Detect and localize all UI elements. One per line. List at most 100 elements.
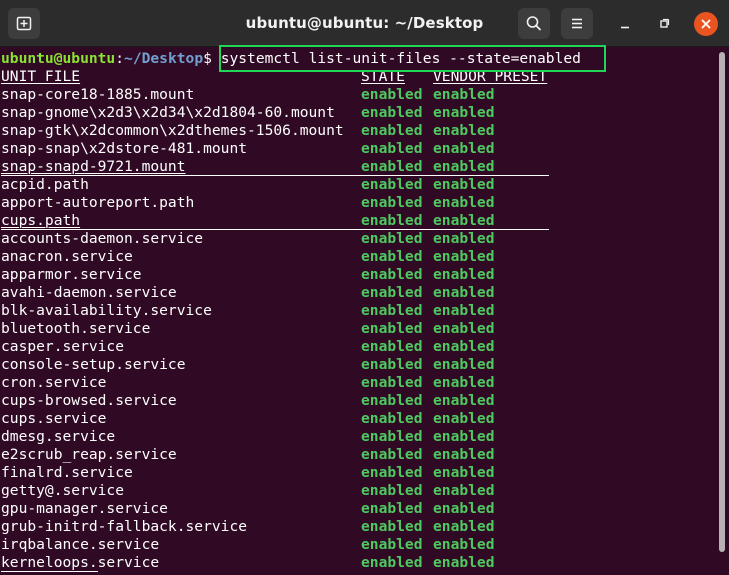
unit-vendor-preset: enabled (433, 446, 495, 463)
unit-file-name: snap-core18-1885.mount (1, 86, 195, 103)
unit-vendor-preset: enabled (433, 482, 495, 499)
unit-file-name: apparmor.service (1, 266, 142, 283)
unit-state: enabled (361, 230, 423, 247)
prompt-colon: : (115, 50, 125, 67)
search-button[interactable] (518, 8, 550, 39)
terminal-output[interactable]: ubuntu@ubuntu:~/Desktop$ systemctl list-… (0, 49, 716, 575)
unit-state: enabled (361, 518, 423, 535)
minimize-button[interactable] (613, 12, 637, 36)
unit-file-name: avahi-daemon.service (1, 284, 177, 301)
table-row: blk-availability.service enabled enabled (1, 302, 716, 320)
table-row: accounts-daemon.service enabled enabled (1, 230, 716, 248)
table-row: apparmor.service enabled enabled (1, 266, 716, 284)
unit-vendor-preset: enabled (433, 428, 495, 445)
unit-vendor-preset: enabled (433, 338, 495, 355)
unit-file-name: anacron.service (1, 248, 133, 265)
title-bar: ubuntu@ubuntu: ~/Desktop (0, 0, 729, 47)
unit-file-name: cups-browsed.service (1, 392, 177, 409)
unit-state: enabled (361, 248, 423, 265)
unit-vendor-preset: enabled (433, 464, 495, 481)
table-row: avahi-daemon.service enabled enabled (1, 284, 716, 302)
unit-file-name: snap-gnome\x2d3\x2d34\x2d1804-60.mount (1, 104, 335, 121)
table-row: e2scrub_reap.service enabled enabled (1, 446, 716, 464)
unit-file-name: kerneloops.service (1, 554, 160, 571)
unit-state: enabled (361, 392, 423, 409)
unit-vendor-preset: enabled (433, 266, 495, 283)
unit-file-name: e2scrub_reap.service (1, 446, 177, 463)
search-icon (526, 16, 541, 31)
unit-vendor-preset: enabled (433, 284, 495, 301)
unit-state: enabled (361, 176, 423, 193)
table-row: snap-gnome\x2d3\x2d34\x2d1804-60.mount en… (1, 104, 716, 122)
prompt-user: ubuntu@ubuntu (1, 50, 116, 67)
path-section-separator (1, 229, 549, 230)
hamburger-menu-icon (572, 18, 582, 29)
table-row: cups-browsed.service enabled enabled (1, 392, 716, 410)
text-underline (1, 571, 98, 572)
table-row: snap-gtk\x2dcommon\x2dthemes-1506.mount e… (1, 122, 716, 140)
unit-state: enabled (361, 374, 423, 391)
table-row: snap-snapd-9721.mount enabled enabled (1, 158, 716, 176)
unit-file-name: grub-initrd-fallback.service (1, 518, 248, 535)
unit-vendor-preset: enabled (433, 320, 495, 337)
minimize-icon (621, 26, 629, 29)
unit-file-name: accounts-daemon.service (1, 230, 204, 247)
table-row: snap-snap\x2dstore-481.mount enabled enabl… (1, 140, 716, 158)
maximize-button[interactable] (652, 12, 676, 36)
unit-state: enabled (361, 464, 423, 481)
unit-vendor-preset: enabled (433, 392, 495, 409)
table-row: acpid.path enabled enabled (1, 176, 716, 194)
unit-state: enabled (361, 212, 423, 229)
unit-vendor-preset: enabled (433, 194, 495, 211)
unit-vendor-preset: enabled (433, 554, 495, 571)
close-button[interactable] (694, 12, 718, 36)
close-icon (701, 19, 711, 29)
header-vendor-preset: VENDOR PRESET (433, 68, 548, 85)
unit-file-name: cups.service (1, 410, 107, 427)
table-row: irqbalance.service enabled enabled (1, 536, 716, 554)
table-row: casper.service enabled enabled (1, 338, 716, 356)
table-row: kerneloops.service enabled enabled (1, 554, 716, 572)
header-state: STATE (361, 68, 405, 85)
unit-state: enabled (361, 356, 423, 373)
header-unit-file: UNIT FILE (1, 68, 81, 85)
menu-button[interactable] (561, 8, 593, 39)
unit-file-name: console-setup.service (1, 356, 186, 373)
unit-file-name: finalrd.service (1, 464, 133, 481)
unit-file-name: getty@.service (1, 482, 125, 499)
unit-vendor-preset: enabled (433, 536, 495, 553)
table-row: cups.path enabled enabled (1, 212, 716, 230)
table-row: gpu-manager.service enabled enabled (1, 500, 716, 518)
unit-vendor-preset: enabled (433, 122, 495, 139)
table-row: finalrd.service enabled enabled (1, 464, 716, 482)
unit-vendor-preset: enabled (433, 410, 495, 427)
unit-state: enabled (361, 410, 423, 427)
table-row: dmesg.service enabled enabled (1, 428, 716, 446)
unit-vendor-preset: enabled (433, 86, 495, 103)
unit-file-name: gpu-manager.service (1, 500, 168, 517)
unit-file-name: cups.path (1, 212, 81, 229)
mount-section-separator (1, 175, 549, 176)
unit-vendor-preset: enabled (433, 500, 495, 517)
unit-vendor-preset: enabled (433, 230, 495, 247)
unit-state: enabled (361, 536, 423, 553)
table-row: snap-core18-1885.mount enabled enabled (1, 86, 716, 104)
prompt-path: ~/Desktop (124, 50, 204, 67)
unit-state: enabled (361, 428, 423, 445)
unit-file-name: snap-snap\x2dstore-481.mount (1, 140, 248, 157)
unit-vendor-preset: enabled (433, 104, 495, 121)
command-text: systemctl list-unit-files --state=enable… (220, 50, 581, 67)
table-row: getty@.service enabled enabled (1, 482, 716, 500)
scrollbar-thumb[interactable] (719, 52, 725, 552)
table-row: bluetooth.service enabled enabled (1, 320, 716, 338)
unit-vendor-preset: enabled (433, 248, 495, 265)
unit-vendor-preset: enabled (433, 176, 495, 193)
table-row: apport-autoreport.path enabled enabled (1, 194, 716, 212)
unit-state: enabled (361, 446, 423, 463)
table-row: cups.service enabled enabled (1, 410, 716, 428)
unit-state: enabled (361, 140, 423, 157)
unit-state: enabled (361, 302, 423, 319)
table-row: grub-initrd-fallback.service enabled enabl… (1, 518, 716, 536)
unit-file-name: blk-availability.service (1, 302, 212, 319)
unit-state: enabled (361, 194, 423, 211)
